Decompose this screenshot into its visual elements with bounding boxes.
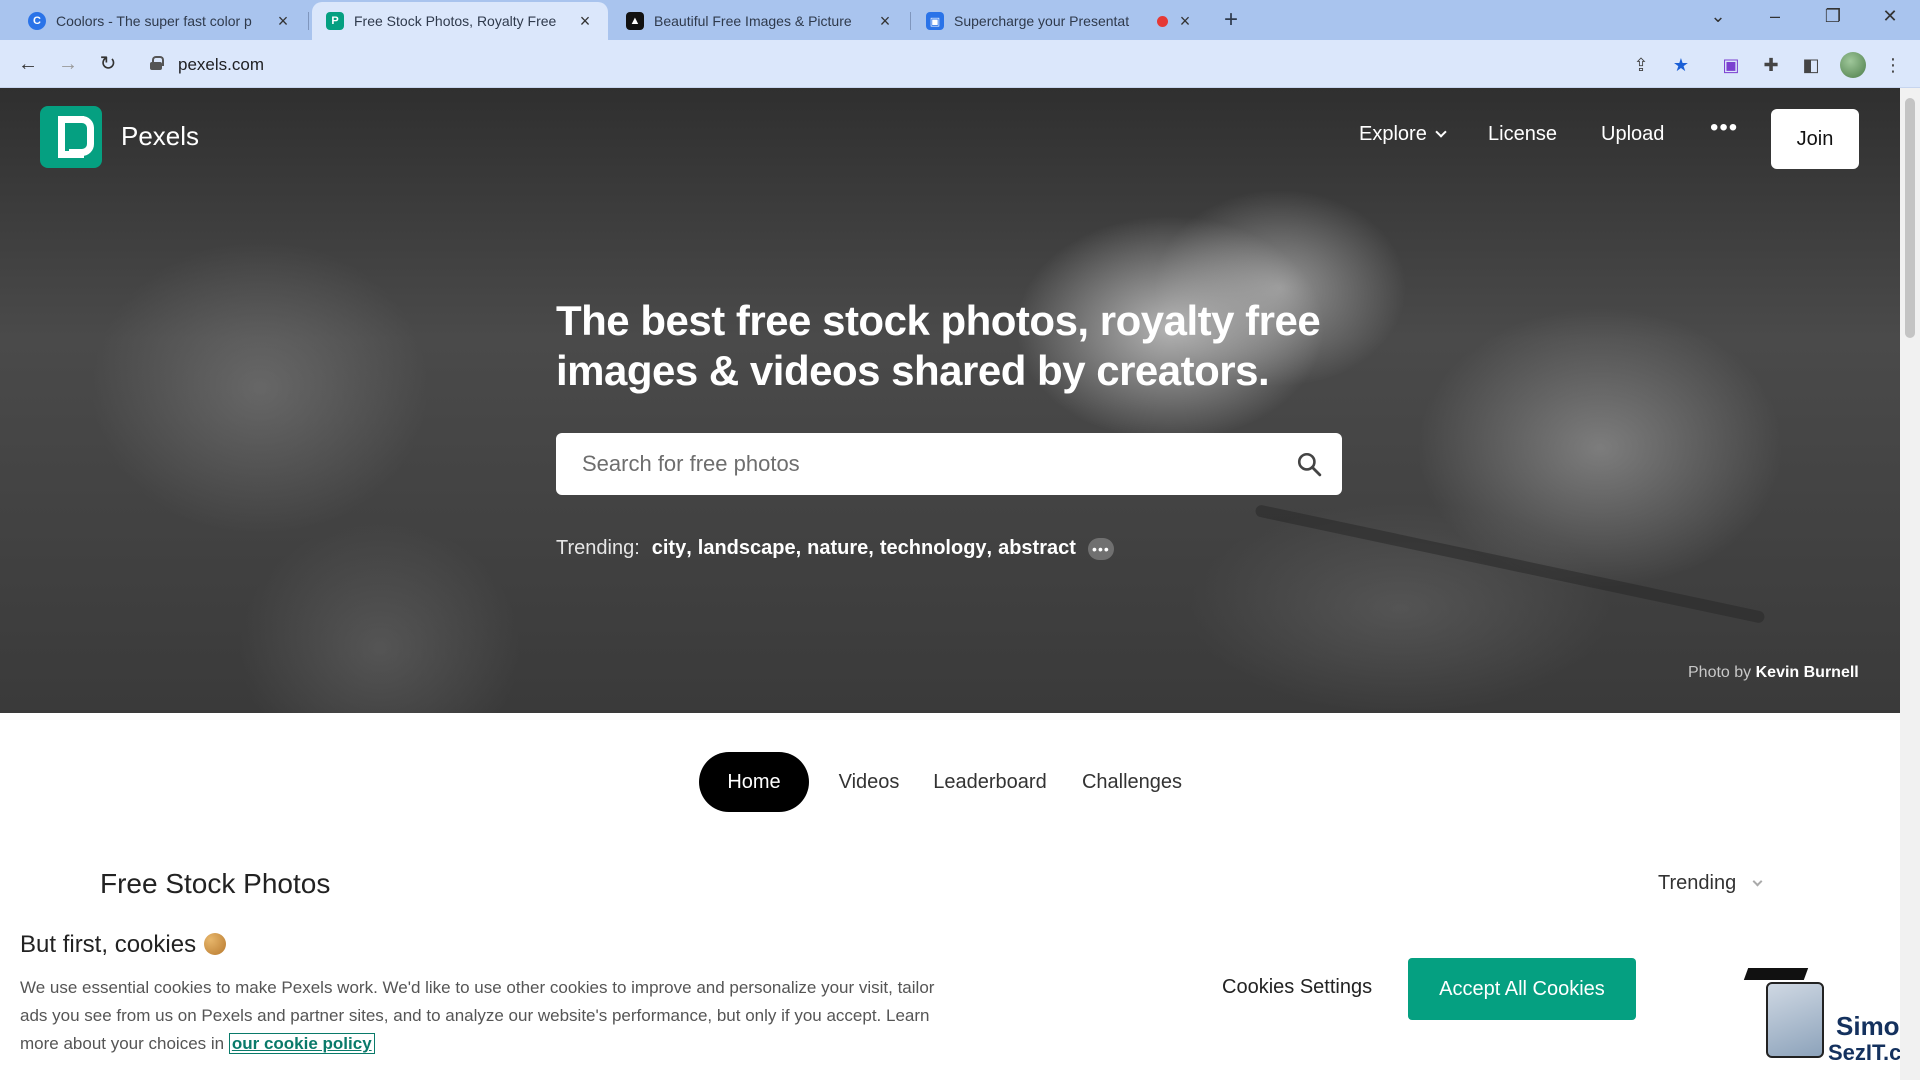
minimize-icon[interactable]: – xyxy=(1760,6,1790,27)
trending-tag[interactable]: landscape xyxy=(698,537,796,560)
chevron-down-icon xyxy=(1435,126,1447,138)
brand-name[interactable]: Pexels xyxy=(121,121,199,152)
trending-tag[interactable]: technology xyxy=(880,537,987,560)
logo-glyph xyxy=(58,116,94,158)
sort-dropdown[interactable]: Trending xyxy=(1658,872,1763,895)
hero-section: Pexels Explore License Upload ••• Join T… xyxy=(0,88,1900,713)
cookie-title: But first, cookies xyxy=(20,930,227,959)
tab-leaderboard[interactable]: Leaderboard xyxy=(922,752,1058,812)
accept-all-cookies-button[interactable]: Accept All Cookies xyxy=(1408,958,1636,1020)
browser-tab-strip: C Coolors - The super fast color p × P F… xyxy=(0,0,1920,40)
slides-icon: ▣ xyxy=(926,12,944,30)
tab-title: Coolors - The super fast color p xyxy=(56,13,252,29)
sort-label: Trending xyxy=(1658,872,1737,894)
hero-headline: The best free stock photos, royalty free… xyxy=(556,296,1356,396)
photo-credit[interactable]: Photo by Kevin Burnell xyxy=(1688,664,1859,682)
url-text[interactable]: pexels.com xyxy=(178,55,264,75)
trending-tag[interactable]: abstract xyxy=(998,537,1076,560)
explore-menu[interactable]: Explore xyxy=(1359,123,1447,146)
reload-icon[interactable]: ↻ xyxy=(94,50,122,78)
search-icon[interactable] xyxy=(1296,451,1322,477)
trending-tag[interactable]: city xyxy=(652,537,686,560)
browser-tab-slides[interactable]: ▣ Supercharge your Presentat × xyxy=(912,2,1208,40)
window-close-icon[interactable]: ✕ xyxy=(1875,6,1905,27)
bookmark-star-icon[interactable]: ★ xyxy=(1668,52,1694,78)
recording-icon xyxy=(1157,15,1168,27)
cookie-banner: But first, cookies We use essential cook… xyxy=(0,918,1900,1080)
tab-videos[interactable]: Videos xyxy=(829,752,909,812)
more-menu-icon[interactable]: ••• xyxy=(1710,114,1738,142)
lock-icon[interactable] xyxy=(150,56,164,70)
trending-more-button[interactable]: ••• xyxy=(1087,537,1114,560)
extension-icon[interactable]: ▣ xyxy=(1718,52,1744,78)
tab-search-icon[interactable]: ⌄ xyxy=(1703,6,1733,27)
simonsezit-watermark: Simon SezIT.com xyxy=(1736,962,1920,1078)
address-bar[interactable]: pexels.com xyxy=(140,47,1600,81)
mascot-icon xyxy=(1766,982,1824,1058)
tab-challenges[interactable]: Challenges xyxy=(1072,752,1192,812)
graduation-cap-icon xyxy=(1743,968,1809,980)
explore-label: Explore xyxy=(1359,123,1427,145)
tab-separator xyxy=(910,12,911,30)
pexels-icon: P xyxy=(326,12,344,30)
close-icon[interactable]: × xyxy=(1176,11,1194,32)
trending-row: Trending: city, landscape, nature, techn… xyxy=(556,537,1114,560)
close-icon[interactable]: × xyxy=(576,11,594,32)
cookie-icon xyxy=(204,933,227,955)
tab-title: Beautiful Free Images & Picture xyxy=(654,13,852,29)
restore-icon[interactable]: ❐ xyxy=(1818,6,1848,27)
cookie-title-text: But first, cookies xyxy=(20,931,197,958)
search-bar xyxy=(556,433,1342,495)
puzzle-icon[interactable]: ✚ xyxy=(1758,52,1784,78)
back-icon[interactable]: ← xyxy=(14,50,42,78)
menu-icon[interactable]: ⋮ xyxy=(1880,52,1906,78)
close-icon[interactable]: × xyxy=(876,11,894,32)
chevron-down-icon xyxy=(1752,876,1763,887)
trending-label: Trending: xyxy=(556,537,640,559)
coolors-icon: C xyxy=(28,12,46,30)
cookies-settings-button[interactable]: Cookies Settings xyxy=(1222,976,1372,999)
browser-tab-pexels[interactable]: P Free Stock Photos, Royalty Free × xyxy=(312,2,608,40)
pexels-logo[interactable] xyxy=(40,106,102,168)
tab-home[interactable]: Home xyxy=(699,752,809,812)
browser-tab-unsplash[interactable]: ▲ Beautiful Free Images & Picture × xyxy=(612,2,908,40)
tab-separator xyxy=(308,12,309,30)
tab-title: Free Stock Photos, Royalty Free xyxy=(354,13,557,29)
unsplash-icon: ▲ xyxy=(626,12,644,30)
share-icon[interactable]: ⇪ xyxy=(1628,52,1654,78)
cookie-body-text: We use essential cookies to make Pexels … xyxy=(20,978,935,1053)
forward-icon[interactable]: → xyxy=(54,50,82,78)
headline-line: images & videos shared by creators. xyxy=(556,347,1270,394)
cookie-body: We use essential cookies to make Pexels … xyxy=(20,974,960,1058)
cookie-policy-link[interactable]: our cookie policy xyxy=(228,1033,375,1054)
credit-name[interactable]: Kevin Burnell xyxy=(1756,664,1859,681)
browser-tab-coolors[interactable]: C Coolors - The super fast color p × xyxy=(14,2,306,40)
content-tabs: Home Videos Leaderboard Challenges xyxy=(0,752,1900,814)
browser-toolbar: ← → ↻ pexels.com ⇪ ★ ▣ ✚ ◧ ⋮ xyxy=(0,40,1920,88)
trending-tag[interactable]: nature xyxy=(807,537,868,560)
credit-prefix: Photo by xyxy=(1688,664,1752,681)
license-link[interactable]: License xyxy=(1488,123,1557,146)
close-icon[interactable]: × xyxy=(274,11,292,32)
page-scrollbar[interactable] xyxy=(1900,88,1920,1080)
new-tab-button[interactable]: + xyxy=(1224,6,1238,34)
upload-link[interactable]: Upload xyxy=(1601,123,1664,146)
search-input[interactable] xyxy=(556,433,1276,495)
tab-title: Supercharge your Presentat xyxy=(954,13,1130,29)
side-panel-icon[interactable]: ◧ xyxy=(1798,52,1824,78)
headline-line: The best free stock photos, royalty free xyxy=(556,297,1321,344)
section-title: Free Stock Photos xyxy=(100,868,331,899)
profile-avatar[interactable] xyxy=(1840,52,1866,78)
join-button[interactable]: Join xyxy=(1771,109,1859,169)
scrollbar-thumb[interactable] xyxy=(1905,98,1915,338)
